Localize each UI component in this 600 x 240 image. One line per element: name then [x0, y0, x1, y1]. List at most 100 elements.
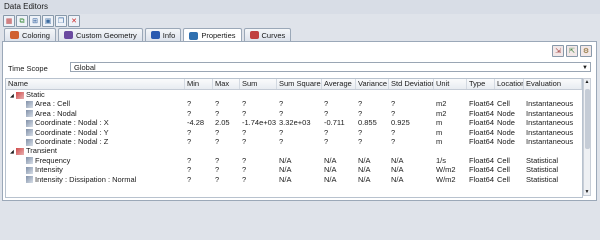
column-header-average[interactable]: Average [322, 79, 356, 89]
column-header-type[interactable]: Type [467, 79, 495, 89]
cell-sum: ? [242, 137, 247, 146]
tab-properties[interactable]: Properties [183, 28, 242, 42]
properties-tab-icon [189, 31, 199, 40]
cell-max: ? [215, 155, 220, 165]
cell-max: ? [215, 127, 220, 137]
time-scope-select[interactable]: Global ▼ [70, 62, 591, 72]
name-cell: Area : Cell [24, 99, 184, 108]
cell-sum: ? [242, 127, 247, 137]
column-header-location[interactable]: Location [495, 79, 524, 89]
table-row[interactable]: Coordinate : Nodal : Z??????? m Float64 Nod… [6, 137, 582, 146]
cell-evaluation: Instantaneous [526, 99, 574, 109]
cell-evaluation: Instantaneous [526, 108, 574, 118]
cell-min: ? [187, 174, 192, 184]
cell-average: N/A [324, 174, 337, 184]
table-row[interactable]: Area : Cell??????? m2 Float64 Cell Instantan… [6, 99, 582, 108]
scroll-thumb[interactable] [585, 89, 590, 149]
name-cell: Intensity [24, 165, 184, 174]
table-row[interactable]: Coordinate : Nodal : Y??????? m Float64 Nod… [6, 128, 582, 137]
tab-coloring[interactable]: Coloring [4, 28, 56, 41]
vertical-scrollbar[interactable]: ▲ ▼ [583, 78, 591, 196]
cell-type: Float64 [469, 108, 495, 118]
property-name: Coordinate : Nodal : X [35, 118, 109, 128]
delete-icon[interactable]: ✕ [68, 15, 80, 27]
property-name: Intensity : Dissipation : Normal [35, 174, 137, 184]
duplicate-icon[interactable]: ❐ [55, 15, 67, 27]
cell-average: ? [324, 137, 329, 146]
cell-unit: m2 [436, 99, 447, 109]
cell-std-deviation: N/A [391, 165, 404, 175]
copy-icon[interactable]: ⧉ [16, 15, 28, 27]
import-icon[interactable]: ⇱ [566, 45, 578, 57]
cell-variance: N/A [358, 174, 371, 184]
column-header-evaluation[interactable]: Evaluation [524, 79, 582, 89]
properties-panel: ⇲ ⇱ ⚙ Time Scope Global ▼ Name Min Max Sum S… [2, 41, 597, 201]
cell-type: Float64 [469, 118, 495, 128]
cell-sum-squared: N/A [279, 155, 292, 165]
scroll-down-icon[interactable]: ▼ [584, 189, 590, 195]
cell-location: Node [497, 127, 515, 137]
window-icon[interactable]: ▣ [42, 15, 54, 27]
tab-curves[interactable]: Curves [243, 28, 292, 41]
cell-unit: 1/s [436, 155, 447, 165]
tree-icon[interactable]: ⊞ [29, 15, 41, 27]
name-cell: Frequency [24, 156, 184, 165]
group-row-transient[interactable]: ◢ Transient [6, 146, 582, 155]
cell-max: 2.05 [215, 118, 230, 128]
cell-average: ? [324, 99, 329, 109]
cell-sum: ? [242, 174, 247, 184]
table-row[interactable]: Intensity??? N/A N/A N/A N/A W/m2 Float64 Cell S… [6, 165, 582, 174]
settings-icon[interactable]: ⚙ [580, 45, 592, 57]
table-row[interactable]: Intensity : Dissipation : Normal??? N/A N/… [6, 175, 582, 184]
cell-evaluation: Statistical [526, 174, 559, 184]
cell-sum: ? [242, 155, 247, 165]
table-row[interactable]: Frequency??? N/A N/A N/A N/A 1/s Float64 Cell St… [6, 156, 582, 165]
cell-location: Cell [497, 165, 510, 175]
cell-location: Cell [497, 174, 510, 184]
cell-average: ? [324, 108, 329, 118]
cell-sum-squared: ? [279, 127, 284, 137]
properties-table: Name Min Max Sum Sum Squared Average Variance S… [5, 78, 583, 198]
column-header-min[interactable]: Min [185, 79, 213, 89]
column-header-unit[interactable]: Unit [434, 79, 467, 89]
cell-average: ? [324, 127, 329, 137]
group-icon [16, 147, 24, 155]
cell-sum-squared: ? [279, 137, 284, 146]
cell-sum-squared: 3.32e+03 [279, 118, 311, 128]
cell-std-deviation: N/A [391, 155, 404, 165]
data-editors-window: Data Editors ▦ ⧉ ⊞ ▣ ❐ ✕ Coloring Custom Geome… [0, 0, 600, 203]
tab-custom-geometry[interactable]: Custom Geometry [57, 28, 143, 41]
name-cell: Coordinate : Nodal : X [24, 118, 184, 127]
column-header-std-deviation[interactable]: Std Deviation [389, 79, 434, 89]
cell-sum: -1.74e+03 [242, 118, 276, 128]
window-title: Data Editors [0, 0, 600, 14]
info-tab-icon [150, 31, 160, 39]
cell-variance: N/A [358, 155, 371, 165]
property-icon [26, 166, 33, 174]
table-row[interactable]: Coordinate : Nodal : X -4.28 2.05 -1.74e+03… [6, 118, 582, 127]
name-cell: Intensity : Dissipation : Normal [24, 175, 184, 184]
tab-info[interactable]: Info [144, 28, 182, 41]
name-cell: Coordinate : Nodal : Y [24, 128, 184, 137]
cell-min: ? [187, 108, 192, 118]
cell-unit: m [436, 118, 443, 128]
cell-location: Node [497, 137, 515, 146]
calc-icon[interactable]: ▦ [3, 15, 15, 27]
column-header-variance[interactable]: Variance [356, 79, 389, 89]
cell-unit: m2 [436, 108, 447, 118]
cell-std-deviation: 0.925 [391, 118, 410, 128]
scroll-up-icon[interactable]: ▲ [584, 79, 590, 85]
tab-label: Custom Geometry [75, 30, 137, 40]
column-header-sum-squared[interactable]: Sum Squared [277, 79, 322, 89]
table-row[interactable]: Area : Nodal??????? m2 Float64 Node Instanta… [6, 109, 582, 118]
name-cell: Coordinate : Nodal : Z [24, 137, 184, 146]
group-row-static[interactable]: ◢ Static [6, 90, 582, 99]
column-header-max[interactable]: Max [213, 79, 240, 89]
cell-std-deviation: N/A [391, 174, 404, 184]
cell-type: Float64 [469, 165, 495, 175]
column-header-name[interactable]: Name [6, 79, 185, 89]
column-header-sum[interactable]: Sum [240, 79, 277, 89]
export-icon[interactable]: ⇲ [552, 45, 564, 57]
cell-min: -4.28 [187, 118, 205, 128]
cell-sum: ? [242, 99, 247, 109]
